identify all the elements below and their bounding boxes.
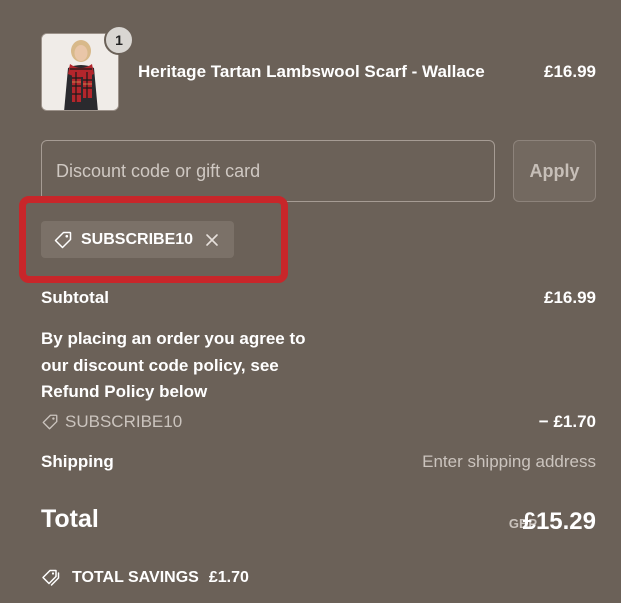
discount-line: SUBSCRIBE10 [41,412,182,432]
shipping-value: Enter shipping address [422,452,596,471]
tags-icon [42,569,60,586]
total-savings: TOTAL SAVINGS £1.70 [41,568,249,588]
tag-icon [42,414,58,430]
discount-line-value: − £1.70 [538,412,596,431]
subtotal-label: Subtotal [41,288,109,307]
product-title: Heritage Tartan Lambswool Scarf - Wallac… [138,62,485,81]
remove-discount-icon[interactable] [205,233,219,247]
product-price: £16.99 [544,62,596,81]
total-label: Total [41,505,99,533]
applied-discount-chip: SUBSCRIBE10 [41,221,234,258]
shipping-label: Shipping [41,452,114,471]
total-savings-value: £1.70 [208,569,249,586]
discount-policy-note: By placing an order you agree to our dis… [41,329,306,401]
subtotal-value: £16.99 [544,288,596,307]
apply-button[interactable]: Apply [513,140,596,202]
discount-code-input[interactable] [41,140,495,202]
quantity-badge: 1 [104,25,134,55]
total-value: £15.29 [522,508,596,535]
tag-icon [54,231,72,248]
total-savings-label: TOTAL SAVINGS [72,569,199,586]
applied-discount-code: SUBSCRIBE10 [81,230,194,248]
discount-line-code: SUBSCRIBE10 [65,412,183,431]
